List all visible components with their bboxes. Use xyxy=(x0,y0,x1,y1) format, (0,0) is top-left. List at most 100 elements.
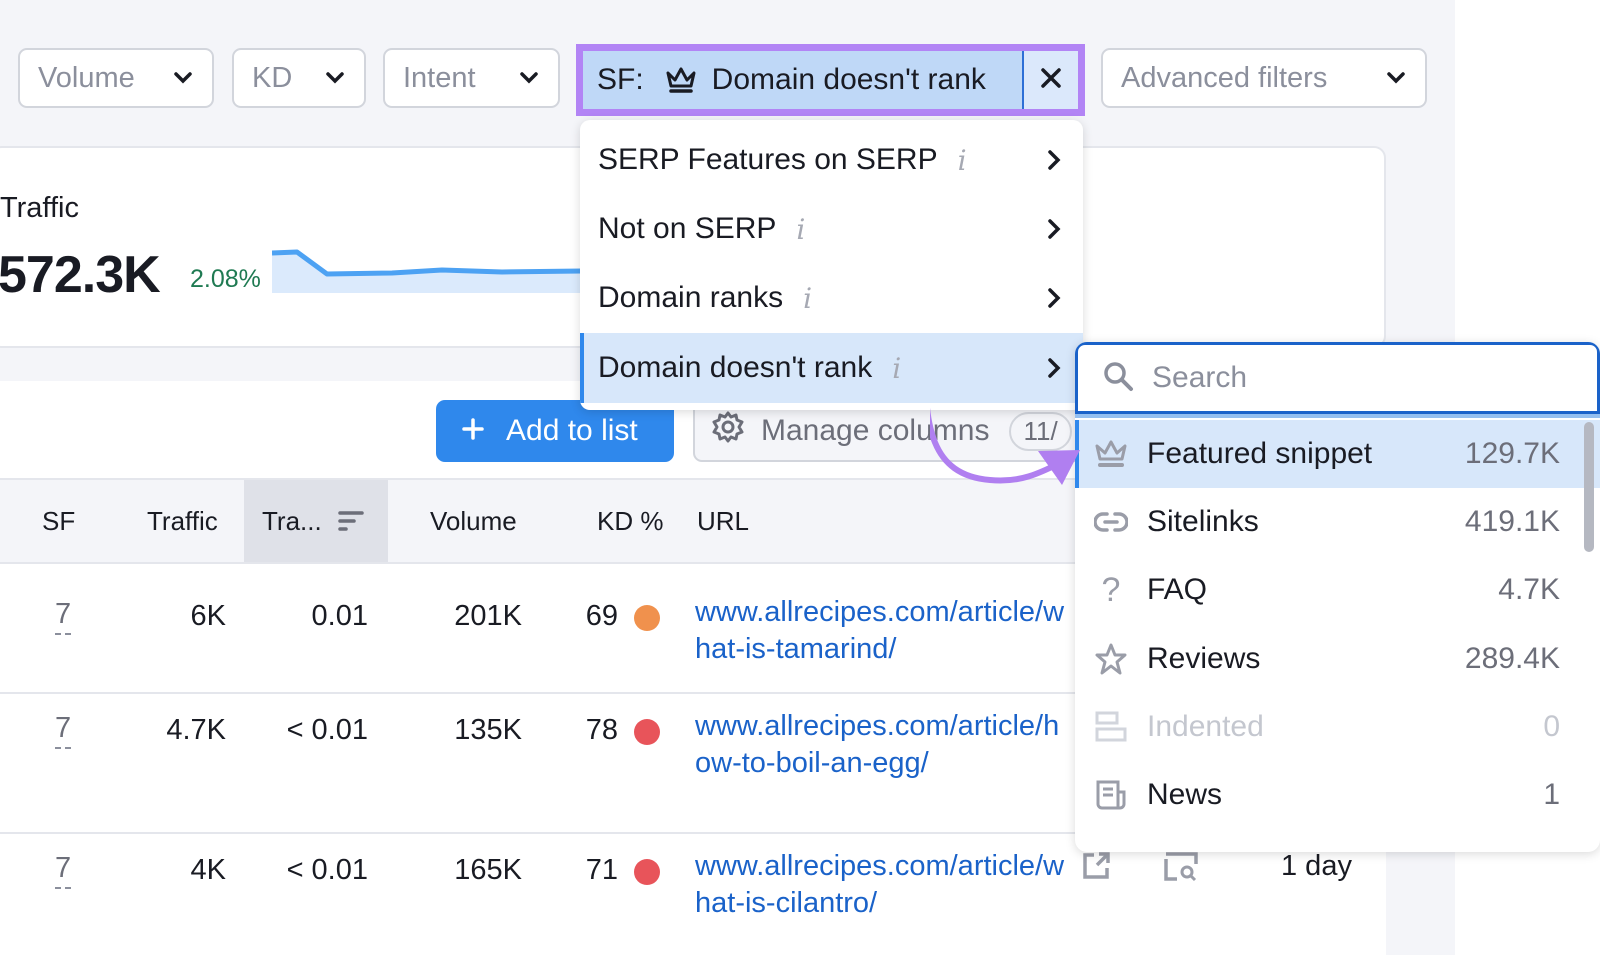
traffic-value: 572.3K xyxy=(0,246,161,304)
column-header-volume[interactable]: Volume xyxy=(430,480,517,562)
clear-sf-filter-button[interactable] xyxy=(1024,51,1078,109)
advanced-filters-dropdown[interactable]: Advanced filters xyxy=(1101,48,1427,108)
feature-label: News xyxy=(1147,778,1223,811)
feature-count: 1 xyxy=(1543,778,1560,811)
traffic-sparkline xyxy=(272,249,582,293)
chevron-right-icon xyxy=(1047,287,1061,309)
sf-count-link[interactable]: 7 xyxy=(55,600,72,635)
add-to-list-label: Add to list xyxy=(506,414,638,447)
kd-cell: 71 xyxy=(585,854,618,886)
intent-filter-dropdown[interactable]: Intent xyxy=(383,48,560,108)
column-header-kd[interactable]: KD % xyxy=(597,480,663,562)
star-icon xyxy=(1093,641,1129,677)
search-icon xyxy=(1102,360,1134,397)
sf-filter-value: Domain doesn't rank xyxy=(711,63,986,96)
sf-filter-button[interactable]: SF: Domain doesn't rank xyxy=(583,51,1024,109)
feature-label: Indented xyxy=(1147,710,1264,743)
feature-count: 0 xyxy=(1543,710,1560,743)
traffic-cell: 4K xyxy=(190,854,226,886)
feature-count: 289.4K xyxy=(1464,642,1560,675)
feature-item-reviews[interactable]: Reviews 289.4K xyxy=(1075,625,1600,693)
feature-item-sitelinks[interactable]: Sitelinks 419.1K xyxy=(1075,488,1600,556)
menu-item-domain-ranks[interactable]: Domain ranks i xyxy=(580,263,1083,333)
column-header-url[interactable]: URL xyxy=(697,480,749,562)
url-link[interactable]: www.allrecipes.com/article/what-is-tamar… xyxy=(695,594,1075,668)
info-icon[interactable]: i xyxy=(803,282,812,315)
traffic-percent-cell: < 0.01 xyxy=(286,854,368,886)
menu-item-domain-doesnt-rank[interactable]: Domain doesn't rank i xyxy=(580,333,1083,403)
feature-item-news[interactable]: News 1 xyxy=(1075,761,1600,829)
column-header-traffic[interactable]: Traffic xyxy=(147,480,218,562)
sf-count-link[interactable]: 7 xyxy=(55,854,72,889)
traffic-cell: 4.7K xyxy=(166,714,226,746)
menu-item-label: Domain ranks xyxy=(598,281,784,314)
volume-filter-dropdown[interactable]: Volume xyxy=(18,48,214,108)
feature-count: 129.7K xyxy=(1464,437,1560,470)
column-header-traffic-percent[interactable]: Tra... xyxy=(244,480,388,562)
menu-item-not-on-serp[interactable]: Not on SERP i xyxy=(580,194,1083,264)
manage-columns-label: Manage columns xyxy=(761,414,990,447)
info-icon[interactable]: i xyxy=(892,352,901,385)
menu-item-label: SERP Features on SERP xyxy=(598,143,938,176)
column-header-sf[interactable]: SF xyxy=(42,480,75,562)
sf-filter-active: SF: Domain doesn't rank xyxy=(576,44,1085,116)
chevron-down-icon xyxy=(518,67,540,89)
sf-filter-prefix: SF: xyxy=(597,63,644,96)
last-updated-cell: 1 day xyxy=(1281,850,1352,882)
indented-icon xyxy=(1093,709,1129,745)
close-icon xyxy=(1039,66,1063,95)
feature-item-indented: Indented 0 xyxy=(1075,693,1600,761)
feature-search-box xyxy=(1075,342,1600,414)
kd-cell: 69 xyxy=(585,600,618,632)
traffic-label: Traffic xyxy=(0,192,79,224)
columns-count-badge: 11/ xyxy=(1009,411,1072,451)
volume-cell: 165K xyxy=(454,854,522,886)
chevron-right-icon xyxy=(1047,149,1061,171)
crown-icon xyxy=(1093,436,1129,472)
info-icon[interactable]: i xyxy=(958,144,967,177)
dropdown-scrollbar[interactable] xyxy=(1584,422,1594,552)
traffic-percent-cell: 0.01 xyxy=(311,600,368,632)
kd-filter-label: KD xyxy=(252,61,293,94)
url-link[interactable]: www.allrecipes.com/article/how-to-boil-a… xyxy=(695,708,1075,782)
url-link[interactable]: www.allrecipes.com/article/what-is-cilan… xyxy=(695,848,1075,922)
feature-item-faq[interactable]: ? FAQ 4.7K xyxy=(1075,556,1600,624)
plus-icon xyxy=(462,414,484,448)
kd-difficulty-dot xyxy=(634,719,660,745)
info-icon[interactable]: i xyxy=(796,213,805,246)
feature-label: FAQ xyxy=(1147,573,1208,606)
chevron-down-icon xyxy=(1385,67,1407,89)
kd-filter-dropdown[interactable]: KD xyxy=(232,48,366,108)
feature-label: Featured snippet xyxy=(1147,437,1373,470)
news-icon xyxy=(1093,777,1129,813)
feature-search-input[interactable] xyxy=(1152,361,1552,395)
chevron-right-icon xyxy=(1047,218,1061,240)
chevron-right-icon xyxy=(1047,357,1061,379)
kd-difficulty-dot xyxy=(634,859,660,885)
traffic-change: 2.08% xyxy=(190,265,261,293)
feature-label: Reviews xyxy=(1147,642,1261,675)
volume-filter-label: Volume xyxy=(38,61,135,94)
kd-cell: 78 xyxy=(585,714,618,746)
crown-icon xyxy=(664,65,698,95)
question-icon: ? xyxy=(1101,570,1121,609)
gear-icon xyxy=(711,410,745,452)
external-link-icon[interactable] xyxy=(1080,850,1112,887)
traffic-percent-cell: < 0.01 xyxy=(286,714,368,746)
table-row: 7 4K < 0.01 165K 71 www.allrecipes.com/a… xyxy=(0,834,1386,955)
kd-difficulty-dot xyxy=(634,605,660,631)
menu-item-serp-features-on-serp[interactable]: SERP Features on SERP i xyxy=(580,125,1083,195)
menu-item-label: Domain doesn't rank xyxy=(598,351,873,384)
traffic-cell: 6K xyxy=(190,600,226,632)
sf-count-link[interactable]: 7 xyxy=(55,714,72,749)
chevron-down-icon xyxy=(172,67,194,89)
feature-item-featured-snippet[interactable]: Featured snippet 129.7K xyxy=(1075,420,1600,488)
volume-cell: 135K xyxy=(454,714,522,746)
serp-preview-icon[interactable] xyxy=(1163,850,1199,887)
intent-filter-label: Intent xyxy=(403,61,476,94)
sort-icon xyxy=(337,510,364,532)
feature-label: Sitelinks xyxy=(1147,505,1259,538)
chevron-down-icon xyxy=(324,67,346,89)
menu-item-label: Not on SERP xyxy=(598,212,777,245)
advanced-filters-label: Advanced filters xyxy=(1121,61,1328,94)
